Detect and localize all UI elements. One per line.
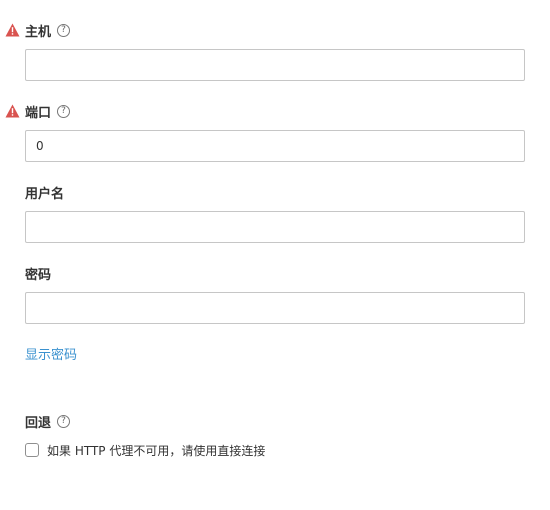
host-input[interactable] [25, 49, 525, 81]
port-warning-icon [5, 104, 20, 118]
fallback-help-icon[interactable]: ? [57, 414, 71, 428]
show-password-link[interactable]: 显示密码 [25, 344, 77, 363]
port-input[interactable] [25, 130, 525, 162]
fallback-label: 回退 ? [25, 411, 71, 431]
username-input[interactable] [25, 211, 525, 243]
port-label: 端口 ? [25, 101, 71, 121]
host-help-icon[interactable]: ? [57, 23, 71, 37]
fallback-checkbox-row[interactable]: 如果 HTTP 代理不可用，请使用直接连接 [25, 441, 265, 459]
fallback-checkbox[interactable] [25, 443, 39, 457]
username-label: 用户名 [25, 182, 64, 202]
host-warning-icon [5, 23, 20, 37]
fallback-label-text: 回退 [25, 415, 52, 431]
password-input[interactable] [25, 292, 525, 324]
port-help-icon[interactable]: ? [57, 104, 71, 118]
port-label-text: 端口 [25, 105, 52, 121]
host-label-text: 主机 [25, 24, 52, 40]
fallback-checkbox-label[interactable]: 如果 HTTP 代理不可用，请使用直接连接 [47, 442, 265, 459]
password-label: 密码 [25, 263, 51, 283]
password-label-text: 密码 [25, 267, 52, 283]
host-label: 主机 ? [25, 20, 71, 40]
username-label-text: 用户名 [25, 186, 65, 202]
